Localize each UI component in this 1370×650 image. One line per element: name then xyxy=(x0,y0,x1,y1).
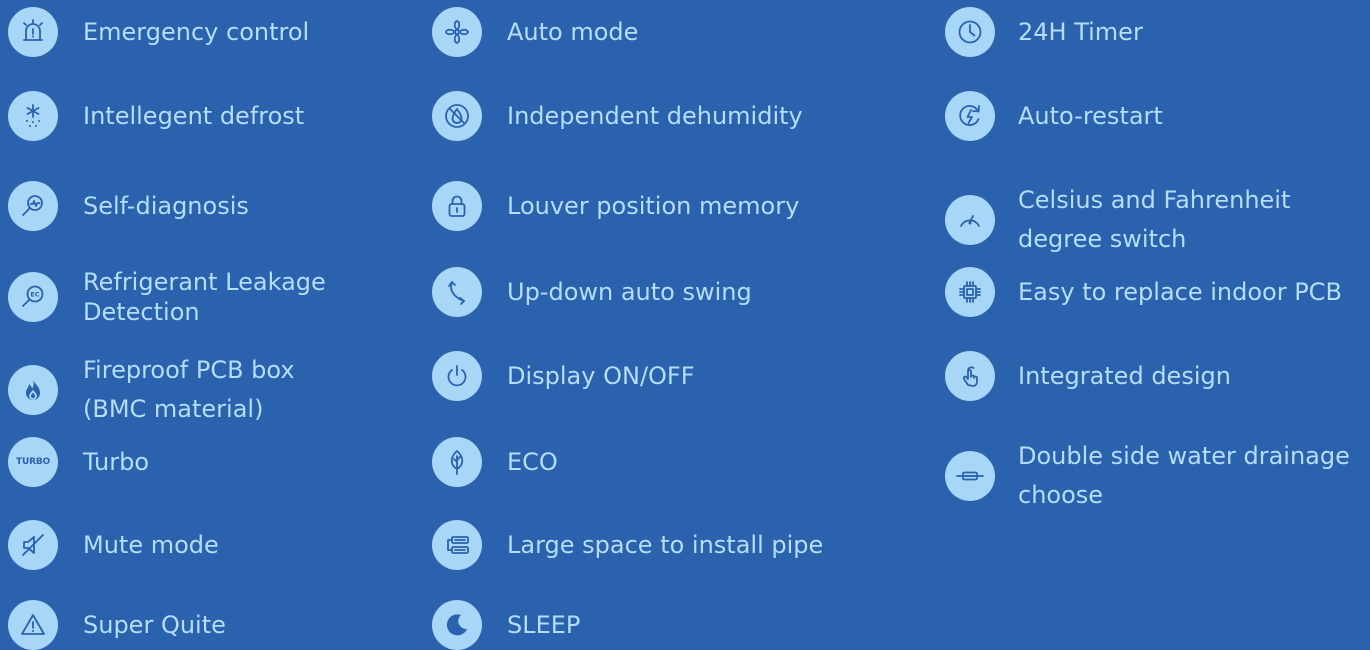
feature-label-line: Refrigerant Leakage xyxy=(83,268,326,296)
power-icon xyxy=(432,351,482,401)
feature-intelligent-defrost: Intellegent defrost xyxy=(8,91,304,141)
hand-touch-icon xyxy=(945,351,995,401)
feature-double-side-water-drainage: Double side water drainage choose xyxy=(945,437,1350,515)
feature-label: Up-down auto swing xyxy=(507,278,752,306)
feature-24h-timer: 24H Timer xyxy=(945,7,1143,57)
feature-label: Independent dehumidity xyxy=(507,102,803,130)
feature-auto-mode: Auto mode xyxy=(432,7,638,57)
no-drop-icon xyxy=(432,91,482,141)
restart-lightning-icon xyxy=(945,91,995,141)
drainage-unit-icon xyxy=(945,451,995,501)
svg-text:EC: EC xyxy=(30,291,39,299)
feature-label: ECO xyxy=(507,448,558,476)
swing-arrow-icon xyxy=(432,267,482,317)
feature-label-line: Double side water drainage xyxy=(1018,442,1350,470)
feature-label: SLEEP xyxy=(507,611,581,639)
mute-icon xyxy=(8,520,58,570)
feature-label: Intellegent defrost xyxy=(83,102,305,130)
feature-label-line: Detection xyxy=(83,298,200,326)
feature-label: Mute mode xyxy=(83,531,219,559)
feature-label: Auto mode xyxy=(507,18,639,46)
fan-icon xyxy=(432,7,482,57)
feature-label: Auto-restart xyxy=(1018,102,1163,130)
feature-label: Louver position memory xyxy=(507,192,800,220)
feature-celsius-fahrenheit-switch: Celsius and Fahrenheit degree switch xyxy=(945,181,1290,259)
feature-auto-restart: Auto-restart xyxy=(945,91,1163,141)
feature-label-line: degree switch xyxy=(1018,225,1187,253)
feature-label: Super Quite xyxy=(83,611,226,639)
feature-label: Integrated design xyxy=(1018,362,1231,390)
feature-label: Large space to install pipe xyxy=(507,531,824,559)
feature-up-down-auto-swing: Up-down auto swing xyxy=(432,267,752,317)
leaf-icon xyxy=(432,437,482,487)
feature-sleep: SLEEP xyxy=(432,600,580,650)
feature-independent-dehumidity: Independent dehumidity xyxy=(432,91,803,141)
turbo-icon-text: TURBO xyxy=(16,457,50,467)
feature-label: Celsius and Fahrenheit degree switch xyxy=(1018,181,1290,259)
snowflake-defrost-icon xyxy=(8,91,58,141)
feature-label: Turbo xyxy=(83,448,150,476)
feature-large-space-install-pipe: Large space to install pipe xyxy=(432,520,823,570)
feature-mute-mode: Mute mode xyxy=(8,520,219,570)
pipe-unit-icon xyxy=(432,520,482,570)
feature-display-on-off: Display ON/OFF xyxy=(432,351,695,401)
feature-label-line: (BMC material) xyxy=(83,395,264,423)
feature-label: Display ON/OFF xyxy=(507,362,695,390)
diagnosis-magnifier-icon xyxy=(8,181,58,231)
feature-turbo: TURBO Turbo xyxy=(8,437,149,487)
feature-label-line: Fireproof PCB box xyxy=(83,356,295,384)
feature-emergency-control: Emergency control xyxy=(8,7,309,57)
feature-label: Refrigerant Leakage Detection xyxy=(83,267,326,327)
feature-label-line: Celsius and Fahrenheit xyxy=(1018,186,1291,214)
chip-icon xyxy=(945,267,995,317)
moon-icon xyxy=(432,600,482,650)
feature-label: Easy to replace indoor PCB xyxy=(1018,278,1342,306)
feature-refrigerant-leakage-detection: EC Refrigerant Leakage Detection xyxy=(8,267,326,327)
flame-icon xyxy=(8,365,58,415)
feature-fireproof-pcb-box: Fireproof PCB box (BMC material) xyxy=(8,351,295,429)
gauge-icon xyxy=(945,195,995,245)
feature-easy-replace-indoor-pcb: Easy to replace indoor PCB xyxy=(945,267,1342,317)
feature-label: Self-diagnosis xyxy=(83,192,249,220)
feature-super-quite: Super Quite xyxy=(8,600,226,650)
warning-triangle-icon xyxy=(8,600,58,650)
padlock-icon xyxy=(432,181,482,231)
feature-eco: ECO xyxy=(432,437,558,487)
feature-label: Fireproof PCB box (BMC material) xyxy=(83,351,295,429)
turbo-icon: TURBO xyxy=(8,437,58,487)
leak-detection-icon: EC xyxy=(8,272,58,322)
feature-label: Emergency control xyxy=(83,18,310,46)
feature-self-diagnosis: Self-diagnosis xyxy=(8,181,249,231)
siren-icon xyxy=(8,7,58,57)
feature-label: 24H Timer xyxy=(1018,18,1143,46)
clock-icon xyxy=(945,7,995,57)
feature-integrated-design: Integrated design xyxy=(945,351,1231,401)
feature-label-line: choose xyxy=(1018,481,1104,509)
feature-label: Double side water drainage choose xyxy=(1018,437,1350,515)
feature-louver-position-memory: Louver position memory xyxy=(432,181,799,231)
